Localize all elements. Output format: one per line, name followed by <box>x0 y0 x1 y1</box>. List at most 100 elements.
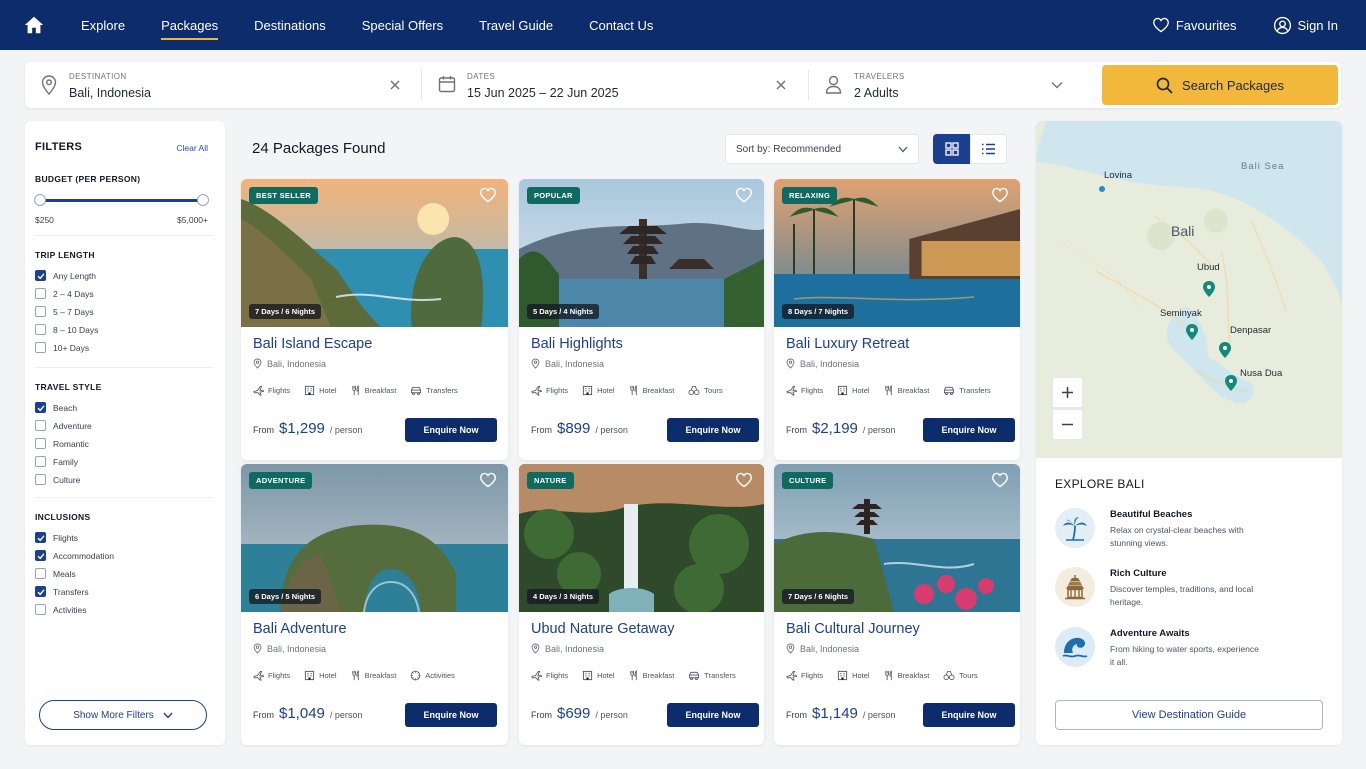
filter-option[interactable]: Transfers <box>35 586 89 597</box>
map-panel: Bali Sea Lovina Bali Ubud Seminyak Denpa… <box>1036 121 1342 745</box>
filter-option[interactable]: Accommodation <box>35 550 114 561</box>
heart-icon[interactable] <box>479 472 497 490</box>
checkbox[interactable] <box>35 568 46 579</box>
destination-value[interactable]: Bali, Indonesia <box>69 86 151 100</box>
checkbox[interactable] <box>35 586 46 597</box>
grid-view-button[interactable] <box>933 134 970 164</box>
budget-min-handle[interactable] <box>34 194 46 206</box>
checkbox[interactable] <box>35 474 46 485</box>
filter-option[interactable]: 10+ Days <box>35 342 89 353</box>
checkbox[interactable] <box>35 288 46 299</box>
filter-option[interactable]: Adventure <box>35 420 92 431</box>
package-image-wrap[interactable]: RELAXING 8 Days / 7 Nights <box>774 179 1020 327</box>
filter-option[interactable]: 2 – 4 Days <box>35 288 94 299</box>
zoom-out-button[interactable] <box>1052 409 1083 440</box>
budget-max-handle[interactable] <box>197 194 209 206</box>
package-image-wrap[interactable]: POPULAR 5 Days / 4 Nights <box>519 179 764 327</box>
filter-option[interactable]: Culture <box>35 474 80 485</box>
budget-slider-track[interactable] <box>40 199 203 202</box>
package-title[interactable]: Bali Island Escape <box>253 336 372 352</box>
clear-destination-icon[interactable] <box>388 78 402 92</box>
checkbox[interactable] <box>35 420 46 431</box>
nav-link-explore[interactable]: Explore <box>81 0 125 50</box>
price-value: $1,049 <box>279 705 325 722</box>
heart-icon[interactable] <box>991 187 1009 205</box>
list-view-button[interactable] <box>970 134 1007 164</box>
home-icon[interactable] <box>23 14 45 36</box>
nav-link-special-offers[interactable]: Special Offers <box>362 0 443 50</box>
travelers-value[interactable]: 2 Adults <box>854 86 898 100</box>
checkbox[interactable] <box>35 324 46 335</box>
travelers-field[interactable]: TRAVELERS 2 Adults <box>809 62 1079 108</box>
package-title[interactable]: Bali Cultural Journey <box>786 621 920 637</box>
package-card[interactable]: RELAXING 8 Days / 7 Nights Bali Luxury Ret… <box>774 179 1020 460</box>
filter-option[interactable]: Flights <box>35 532 78 543</box>
package-image-wrap[interactable]: ADVENTURE 6 Days / 5 Nights <box>241 464 508 612</box>
package-card[interactable]: BEST SELLER 7 Days / 6 Nights Bali Island … <box>241 179 508 460</box>
package-image-wrap[interactable]: CULTURE 7 Days / 6 Nights <box>774 464 1020 612</box>
package-location-label: Bali, Indonesia <box>800 643 860 654</box>
enquire-now-button[interactable]: Enquire Now <box>923 418 1015 442</box>
enquire-now-button[interactable]: Enquire Now <box>405 703 497 727</box>
filter-option[interactable]: 5 – 7 Days <box>35 306 94 317</box>
clear-all-link[interactable]: Clear All <box>176 143 208 153</box>
checkbox[interactable] <box>35 402 46 413</box>
checkbox[interactable] <box>35 550 46 561</box>
filter-option[interactable]: Beach <box>35 402 77 413</box>
heart-icon[interactable] <box>735 472 753 490</box>
package-title[interactable]: Bali Luxury Retreat <box>786 336 909 352</box>
filter-option[interactable]: 8 – 10 Days <box>35 324 98 335</box>
chevron-down-icon[interactable] <box>1051 81 1063 89</box>
view-destination-guide-button[interactable]: View Destination Guide <box>1055 700 1323 730</box>
filter-option[interactable]: Meals <box>35 568 76 579</box>
search-packages-button[interactable]: Search Packages <box>1102 65 1338 105</box>
map-pin-lovina[interactable] <box>1099 186 1105 192</box>
heart-icon[interactable] <box>735 187 753 205</box>
package-card[interactable]: NATURE 4 Days / 3 Nights Ubud Nature Getaw… <box>519 464 764 745</box>
favourites-link[interactable]: Favourites <box>1152 17 1237 33</box>
checkbox[interactable] <box>35 456 46 467</box>
hotel-icon <box>582 385 597 396</box>
nav-link-packages[interactable]: Packages <box>161 0 219 50</box>
package-title[interactable]: Ubud Nature Getaway <box>531 621 674 637</box>
enquire-now-button[interactable]: Enquire Now <box>667 703 759 727</box>
checkbox[interactable] <box>35 306 46 317</box>
package-title[interactable]: Bali Highlights <box>531 336 623 352</box>
package-card[interactable]: ADVENTURE 6 Days / 5 Nights Bali Adventure… <box>241 464 508 745</box>
checkbox[interactable] <box>35 532 46 543</box>
hotel-icon <box>837 385 852 396</box>
location-pin-icon <box>253 643 267 654</box>
filter-option[interactable]: Any Length <box>35 270 96 281</box>
show-more-filters-button[interactable]: Show More Filters <box>39 700 207 730</box>
sort-dropdown[interactable]: Sort by: Recommended <box>725 134 919 164</box>
package-title[interactable]: Bali Adventure <box>253 621 347 637</box>
amenity-label: Hotel <box>597 386 615 395</box>
package-image-wrap[interactable]: BEST SELLER 7 Days / 6 Nights <box>241 179 508 327</box>
filter-option[interactable]: Activities <box>35 604 87 615</box>
checkbox[interactable] <box>35 342 46 353</box>
package-card[interactable]: POPULAR 5 Days / 4 Nights Bali Highlights B… <box>519 179 764 460</box>
package-card[interactable]: CULTURE 7 Days / 6 Nights Bali Cultural Jo… <box>774 464 1020 745</box>
checkbox[interactable] <box>35 604 46 615</box>
enquire-now-button[interactable]: Enquire Now <box>923 703 1015 727</box>
package-duration: 7 Days / 6 Nights <box>782 589 855 604</box>
price-per: / person <box>862 710 896 720</box>
nav-link-destinations[interactable]: Destinations <box>254 0 326 50</box>
zoom-in-button[interactable] <box>1052 377 1083 408</box>
destination-field[interactable]: DESTINATION Bali, Indonesia <box>25 62 420 108</box>
dates-field[interactable]: DATES 15 Jun 2025 – 22 Jun 2025 <box>422 62 807 108</box>
nav-link-contact-us[interactable]: Contact Us <box>589 0 653 50</box>
sign-in-link[interactable]: Sign In <box>1273 16 1338 35</box>
package-image-wrap[interactable]: NATURE 4 Days / 3 Nights <box>519 464 764 612</box>
heart-icon[interactable] <box>991 472 1009 490</box>
dates-value[interactable]: 15 Jun 2025 – 22 Jun 2025 <box>467 86 619 100</box>
filter-option[interactable]: Family <box>35 456 78 467</box>
enquire-now-button[interactable]: Enquire Now <box>667 418 759 442</box>
filter-option[interactable]: Romantic <box>35 438 89 449</box>
heart-icon[interactable] <box>479 187 497 205</box>
nav-link-travel-guide[interactable]: Travel Guide <box>479 0 553 50</box>
checkbox[interactable] <box>35 270 46 281</box>
checkbox[interactable] <box>35 438 46 449</box>
enquire-now-button[interactable]: Enquire Now <box>405 418 497 442</box>
clear-dates-icon[interactable] <box>774 78 788 92</box>
